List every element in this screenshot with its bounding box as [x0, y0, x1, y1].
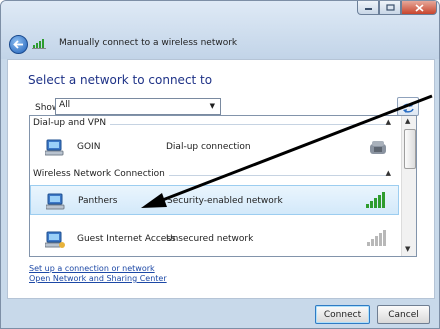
maximize-button[interactable] — [379, 1, 401, 15]
group-header-wireless[interactable]: Wireless Network Connection ▲ — [30, 167, 401, 182]
show-filter-value: All — [59, 100, 71, 110]
network-sharing-center-link[interactable]: Open Network and Sharing Center — [29, 274, 167, 284]
network-name: Guest Internet Access — [77, 234, 176, 244]
refresh-icon — [402, 102, 414, 113]
scroll-down-icon[interactable]: ▼ — [405, 245, 410, 253]
title-bar: Manually connect to a wireless network — [1, 1, 439, 59]
network-computer-icon — [45, 231, 65, 248]
network-description: Security-enabled network — [167, 196, 283, 206]
network-list[interactable]: Dial-up and VPN ▲ GOIN Dial-up connectio… — [29, 115, 417, 257]
network-description: Unsecured network — [166, 234, 254, 244]
list-item-guest[interactable]: Guest Internet Access Unsecured network — [30, 224, 399, 254]
maximize-icon — [385, 4, 395, 11]
setup-connection-link[interactable]: Set up a connection or network — [29, 264, 167, 274]
signal-strength-icon — [366, 192, 385, 208]
show-filter-select[interactable]: All ▼ — [55, 98, 221, 115]
group-header-dialup[interactable]: Dial-up and VPN ▲ — [30, 116, 401, 131]
back-arrow-icon — [13, 40, 23, 49]
scroll-up-icon[interactable]: ▲ — [405, 117, 410, 125]
network-computer-icon — [45, 139, 64, 156]
collapse-icon: ▲ — [385, 118, 391, 126]
connect-button[interactable]: Connect — [315, 305, 370, 324]
page-heading: Select a network to connect to — [28, 73, 213, 87]
list-item-goin[interactable]: GOIN Dial-up connection — [30, 132, 399, 162]
collapse-icon: ▲ — [385, 169, 391, 177]
network-computer-icon — [46, 193, 65, 210]
chevron-down-icon: ▼ — [209, 102, 215, 110]
links-area: Set up a connection or network Open Netw… — [29, 264, 167, 284]
minimize-button[interactable] — [357, 1, 379, 15]
network-name: GOIN — [77, 142, 101, 152]
vertical-scrollbar[interactable]: ▲ ▼ — [401, 116, 416, 256]
close-button[interactable] — [401, 1, 437, 15]
signal-strength-icon — [367, 230, 386, 246]
scroll-thumb[interactable] — [404, 129, 416, 169]
close-icon — [414, 3, 424, 12]
cancel-button[interactable]: Cancel — [377, 305, 430, 324]
list-item-panthers[interactable]: Panthers Security-enabled network — [30, 185, 399, 215]
network-name: Panthers — [78, 196, 118, 206]
group-label-dialup: Dial-up and VPN — [33, 118, 111, 128]
dialup-icon — [370, 141, 386, 154]
wireless-network-icon — [32, 39, 46, 49]
refresh-button[interactable] — [397, 97, 419, 116]
window-title: Manually connect to a wireless network — [59, 38, 238, 48]
network-description: Dial-up connection — [166, 142, 251, 152]
minimize-icon — [364, 8, 372, 10]
back-button[interactable] — [9, 35, 28, 54]
group-label-wireless: Wireless Network Connection — [33, 169, 169, 179]
window-controls — [357, 1, 437, 15]
